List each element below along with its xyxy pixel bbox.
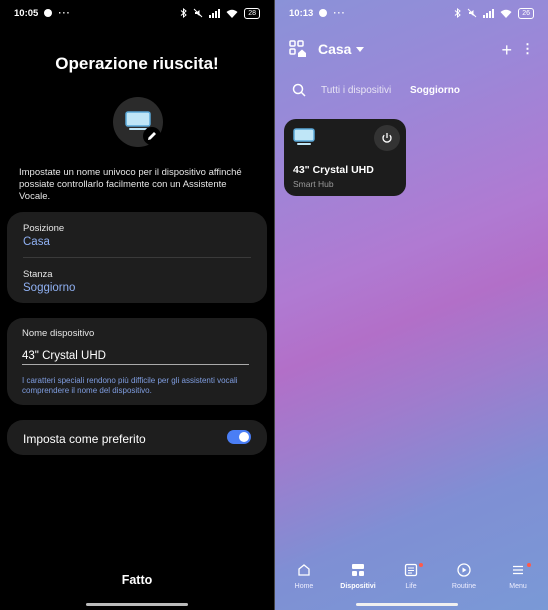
home-indicator [356,603,458,606]
nav-home-label: Home [294,583,314,590]
nav-routine-label: Routine [451,583,477,590]
status-time: 10:13 [289,7,314,19]
nav-life[interactable]: Life [384,563,438,590]
nav-menu-label: Menu [509,583,527,590]
chevron-down-icon[interactable] [356,47,364,52]
device-card[interactable]: 43" Crystal UHD Smart Hub [284,119,406,196]
room-label: Stanza [23,269,53,280]
battery-icon: 26 [518,7,534,19]
more-options-icon[interactable]: ⋮ [521,42,534,56]
favorite-toggle[interactable] [227,430,251,444]
nav-home[interactable]: Home [277,563,331,590]
mute-icon [467,8,477,18]
edit-icon[interactable] [143,127,161,145]
favorite-label: Imposta come preferito [23,432,146,446]
notification-dot [419,563,423,567]
tab-living-room[interactable]: Soggiorno [410,85,460,96]
page-title: Operazione riuscita! [55,54,219,73]
status-time: 10:05 [14,7,39,19]
room-value[interactable]: Soggiorno [23,282,75,294]
more-notifications-icon: ··· [333,7,346,19]
device-name-label: Nome dispositivo [22,328,95,339]
position-label: Posizione [23,223,65,234]
nav-menu[interactable]: Menu [491,563,545,590]
input-underline [22,364,249,365]
nav-life-label: Life [405,583,417,590]
signal-icon [483,8,495,18]
toggle-knob [239,432,249,442]
devices-icon [352,564,364,576]
home-indicator [86,603,188,606]
device-name-input[interactable]: 43" Crystal UHD [22,350,106,362]
add-icon[interactable]: + [501,41,512,59]
bluetooth-icon [180,8,187,18]
device-name-card: Nome dispositivo 43" Crystal UHD I carat… [7,318,267,405]
tv-icon [293,128,315,145]
home-settings-icon[interactable] [289,40,307,58]
status-bar: 10:05 ··· 28 [0,0,274,26]
nav-devices[interactable]: Dispositivi [331,563,385,590]
tab-all-devices[interactable]: Tutti i dispositivi [321,85,391,96]
status-bar: 10:13 ··· 26 [275,0,548,26]
position-value[interactable]: Casa [23,236,50,248]
notification-dot [527,563,531,567]
favorite-card: Imposta come preferito [7,420,267,455]
play-icon [457,563,471,577]
divider [23,257,251,258]
power-icon [382,133,392,143]
devices-screen: 10:13 ··· 26 Casa + ⋮ Tutti i dispositiv… [275,0,548,610]
location-card: Posizione Casa Stanza Soggiorno [7,212,267,303]
device-name-hint: I caratteri speciali rendono più diffici… [22,376,238,395]
nav-devices-label: Dispositivi [340,583,376,590]
instructions-text: Impostate un nome univoco per il disposi… [19,167,242,202]
nav-routine[interactable]: Routine [437,563,491,590]
bottom-navigation: Home Dispositivi Life Routine Menu [275,563,548,593]
signal-icon [209,8,221,18]
battery-icon: 28 [244,7,260,19]
wifi-icon [226,9,238,18]
home-selector[interactable]: Casa [318,41,351,57]
device-avatar[interactable] [113,97,163,147]
done-button[interactable]: Fatto [0,573,274,587]
more-notifications-icon: ··· [58,7,71,19]
power-button[interactable] [374,125,400,151]
bluetooth-icon [454,8,461,18]
search-icon[interactable] [292,83,306,97]
telegram-icon [44,9,53,17]
wifi-icon [500,9,512,18]
device-subtitle: Smart Hub [293,179,334,189]
home-icon [298,564,310,576]
header: Casa + ⋮ [289,40,534,60]
room-filter-bar: Tutti i dispositivi Soggiorno [292,83,538,99]
menu-icon [513,565,523,575]
device-name: 43" Crystal UHD [293,164,374,176]
confirmation-screen: 10:05 ··· 28 Operazione riuscita! Impost… [0,0,274,610]
mute-icon [193,8,203,18]
telegram-icon [319,9,328,17]
life-icon [404,563,418,577]
